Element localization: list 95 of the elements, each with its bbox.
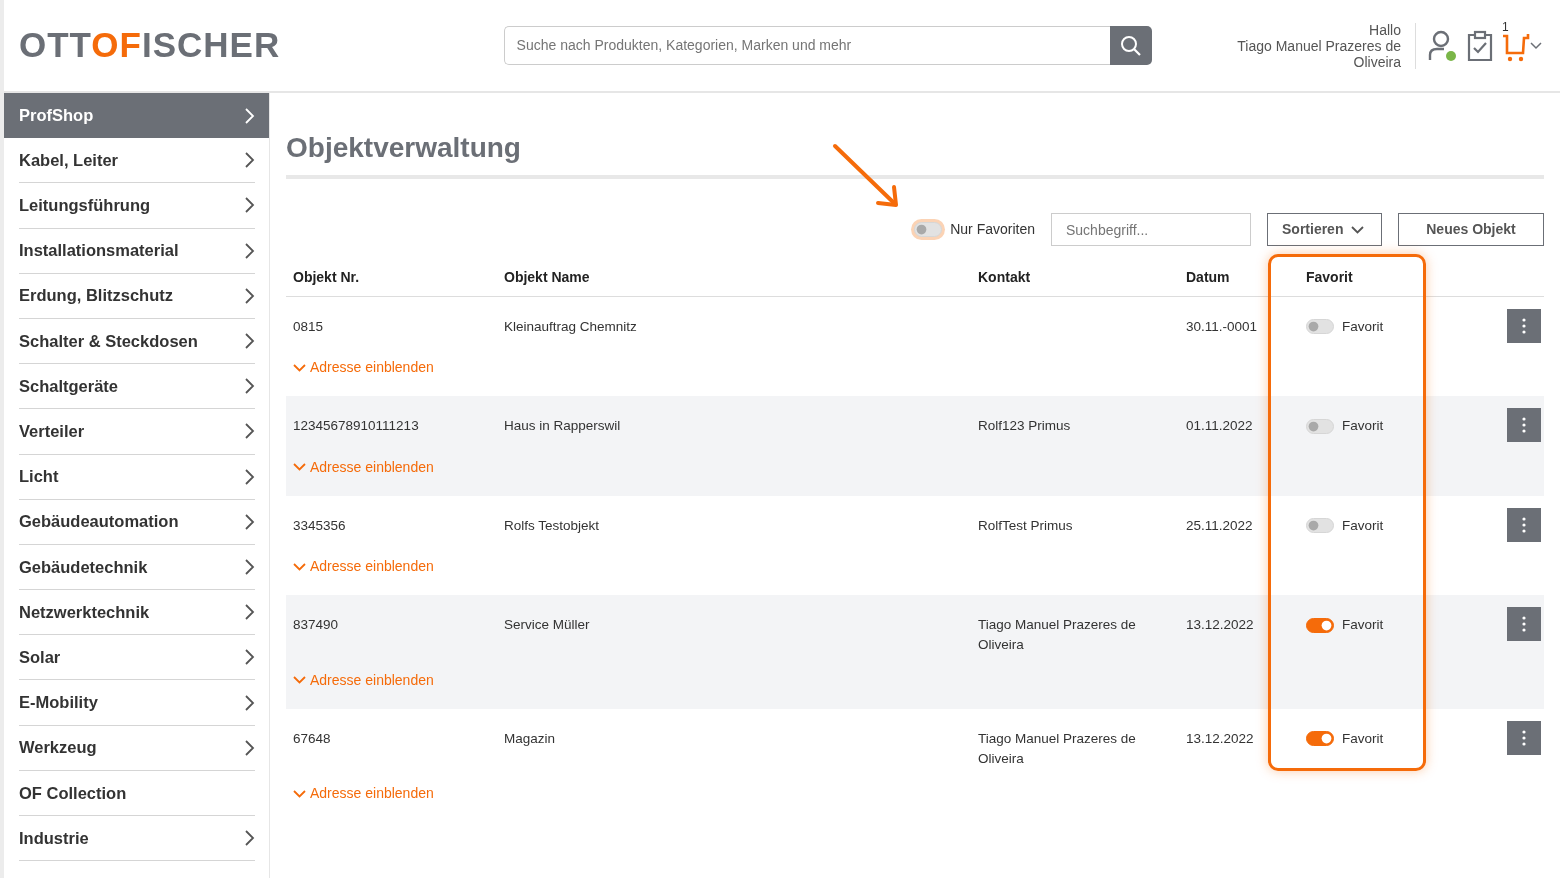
sidebar-item[interactable]: Licht bbox=[19, 454, 255, 500]
chevron-right-icon bbox=[245, 694, 255, 711]
chevron-right-icon bbox=[245, 830, 255, 847]
kebab-icon bbox=[1522, 729, 1526, 746]
table-cell: 13.12.2022 bbox=[1186, 617, 1254, 633]
sidebar-item[interactable]: Werkzeug bbox=[19, 725, 255, 771]
table-cell: 67648 bbox=[293, 730, 331, 746]
table-cell: Rolfs Testobjekt bbox=[504, 517, 600, 533]
sidebar-item[interactable]: Netzwerktechnik bbox=[19, 590, 255, 636]
chevron-down-icon bbox=[293, 463, 306, 472]
favorite-toggle[interactable] bbox=[1306, 731, 1334, 747]
kebab-icon bbox=[1522, 317, 1526, 334]
chevron-down-icon bbox=[1351, 225, 1365, 234]
sidebar-item[interactable]: ProfShop bbox=[4, 93, 269, 139]
logo[interactable]: OTTOFISCHER bbox=[19, 19, 281, 72]
column-header: Kontakt bbox=[971, 246, 1179, 297]
table-cell: 837490 bbox=[293, 617, 339, 633]
table-cell: Tiago Manuel Prazeres de Oliveira bbox=[978, 730, 1136, 766]
favorite-label: Favorit bbox=[1342, 317, 1384, 336]
sidebar-item[interactable]: Kabel, Leiter bbox=[19, 138, 255, 184]
chevron-down-icon bbox=[293, 676, 306, 685]
chevron-right-icon bbox=[245, 378, 255, 395]
chevron-down-icon bbox=[293, 363, 306, 372]
sort-button[interactable]: Sortieren bbox=[1267, 213, 1382, 247]
favorites-only-toggle[interactable] bbox=[914, 222, 943, 238]
table-cell: 0815 bbox=[293, 318, 324, 334]
chevron-right-icon bbox=[245, 558, 255, 575]
chevron-down-icon bbox=[293, 562, 306, 571]
search-field[interactable]: Suchbegriff... bbox=[1051, 213, 1251, 247]
column-header: Objekt Nr. bbox=[286, 246, 497, 297]
greeting-text: Hallo bbox=[1368, 21, 1401, 38]
kebab-icon bbox=[1522, 417, 1526, 434]
table-cell: Service Müller bbox=[504, 617, 590, 633]
chevron-right-icon bbox=[245, 287, 255, 304]
chevron-down-icon bbox=[293, 789, 306, 798]
chevron-right-icon bbox=[245, 604, 255, 621]
sidebar-item[interactable]: Installationsmaterial bbox=[19, 228, 255, 274]
new-object-button[interactable]: Neues Objekt bbox=[1398, 213, 1544, 247]
chevron-right-icon bbox=[245, 242, 255, 259]
user-icon[interactable] bbox=[1428, 29, 1458, 62]
cart-count: 1 bbox=[1502, 20, 1509, 33]
table-cell: Haus in Rapperswil bbox=[504, 418, 621, 434]
more-options-button[interactable] bbox=[1507, 408, 1541, 443]
more-options-button[interactable] bbox=[1507, 607, 1541, 642]
search-button[interactable] bbox=[1109, 26, 1152, 65]
search-icon bbox=[1119, 34, 1142, 57]
sidebar-item[interactable]: Gebäudeautomation bbox=[19, 499, 255, 545]
sidebar-item[interactable]: Verteiler bbox=[19, 409, 255, 455]
table-cell: Tiago Manuel Prazeres de Oliveira bbox=[978, 617, 1136, 653]
clipboard-check-icon[interactable] bbox=[1466, 29, 1494, 62]
chevron-right-icon bbox=[245, 739, 255, 756]
user-name: Tiago Manuel Prazeres de Oliveira bbox=[1236, 37, 1401, 70]
table-cell: 13.12.2022 bbox=[1186, 730, 1254, 746]
table-cell: Rolf123 Primus bbox=[978, 418, 1071, 434]
sidebar-item[interactable]: Schalter & Steckdosen bbox=[19, 318, 255, 365]
kebab-icon bbox=[1522, 516, 1526, 533]
table-cell: 12345678910111213 bbox=[293, 418, 419, 434]
more-options-button[interactable] bbox=[1507, 720, 1541, 755]
table-cell: 30.11.-0001 bbox=[1186, 318, 1258, 334]
column-header: Datum bbox=[1179, 246, 1299, 297]
chevron-right-icon bbox=[245, 333, 255, 350]
sidebar-item[interactable]: Leitungsführung bbox=[19, 183, 255, 229]
favorite-label: Favorit bbox=[1342, 729, 1384, 748]
sidebar-item[interactable]: E-Mobility bbox=[19, 680, 255, 726]
favorites-only-label: Nur Favoriten bbox=[950, 220, 1035, 240]
chevron-right-icon bbox=[245, 197, 255, 214]
sidebar-item[interactable]: Solar bbox=[19, 635, 255, 681]
sidebar-item[interactable]: Industrie bbox=[19, 816, 255, 862]
table-cell: 01.11.2022 bbox=[1186, 418, 1253, 434]
caret-icon[interactable] bbox=[1530, 41, 1542, 50]
more-options-button[interactable] bbox=[1507, 507, 1541, 542]
table-cell: RolfTest Primus bbox=[978, 517, 1073, 533]
table-cell: 25.11.2022 bbox=[1186, 517, 1253, 533]
sidebar-item[interactable]: Schaltgeräte bbox=[19, 364, 255, 410]
more-options-button[interactable] bbox=[1507, 308, 1541, 343]
chevron-right-icon bbox=[245, 152, 255, 169]
chevron-right-icon bbox=[245, 107, 255, 124]
sidebar-item[interactable]: Erdung, Blitzschutz bbox=[19, 273, 255, 319]
table-cell: 3345356 bbox=[293, 517, 346, 533]
column-header: Objekt Name bbox=[497, 246, 971, 297]
kebab-icon bbox=[1522, 616, 1526, 633]
sidebar-item[interactable]: OF Collection bbox=[19, 770, 255, 816]
favorite-label: Favorit bbox=[1342, 616, 1384, 635]
chevron-right-icon bbox=[245, 513, 255, 530]
column-header: Favorit bbox=[1299, 246, 1500, 297]
chevron-right-icon bbox=[245, 423, 255, 440]
page-title: Objektverwaltung bbox=[286, 131, 1544, 179]
chevron-right-icon bbox=[245, 468, 255, 485]
favorite-label: Favorit bbox=[1342, 417, 1384, 436]
favorite-label: Favorit bbox=[1342, 516, 1384, 535]
chevron-right-icon bbox=[245, 649, 255, 666]
sidebar-item[interactable]: Gebäudetechnik bbox=[19, 544, 255, 591]
table-cell: Kleinauftrag Chemnitz bbox=[504, 318, 637, 334]
favorite-toggle[interactable] bbox=[1306, 617, 1334, 633]
table-cell: Magazin bbox=[504, 730, 556, 746]
